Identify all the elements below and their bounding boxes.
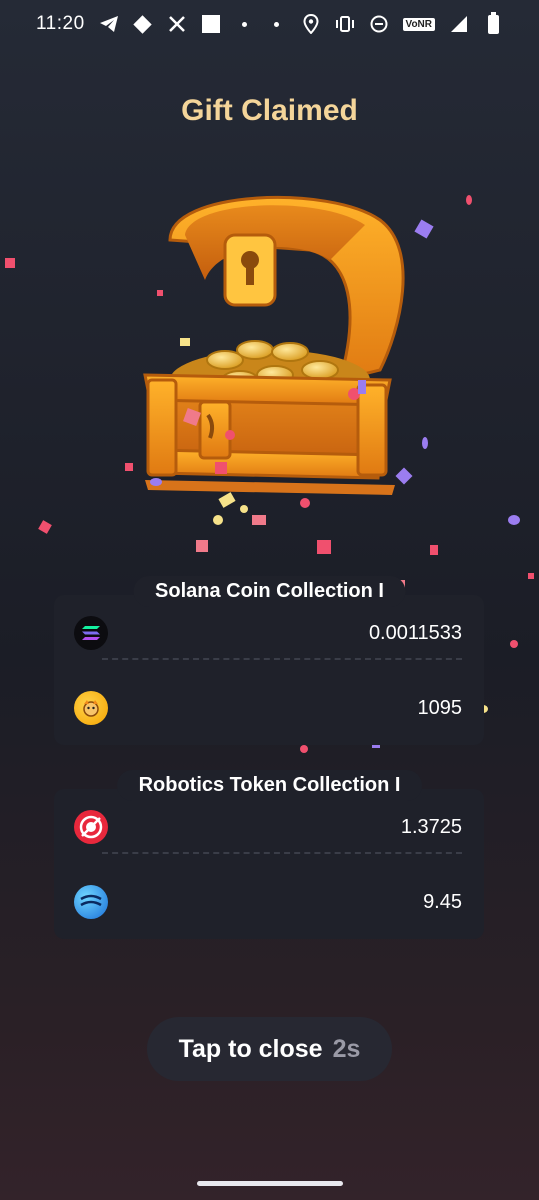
battery-icon [483, 11, 503, 34]
treasure-chest-icon [130, 180, 410, 510]
token-amount: 1.3725 [400, 815, 462, 838]
dot-icon [235, 14, 255, 34]
token-amount: 9.45 [423, 890, 462, 913]
dnd-icon [369, 14, 389, 34]
location-icon [301, 14, 321, 34]
row-divider [102, 852, 462, 854]
collection-title: Robotics Token Collection I [116, 770, 423, 801]
square-icon [201, 14, 221, 34]
token-amount: 1095 [417, 696, 463, 719]
token-amount: 0.0011533 [368, 621, 462, 644]
status-bar-right: VoNR [267, 11, 503, 34]
close-countdown: 2s [332, 1034, 361, 1063]
x-icon [167, 14, 187, 34]
collection-card-robotics: 1.3725 9.45 [54, 789, 484, 939]
status-bar: 11:20 VoNR [0, 0, 539, 48]
telegram-icon [99, 14, 119, 34]
solana-icon [74, 616, 108, 650]
status-bar-left: 11:20 [36, 13, 255, 35]
close-button[interactable]: Tap to close 2s [147, 1017, 392, 1081]
status-time: 11:20 [36, 13, 85, 34]
close-label: Tap to close [178, 1034, 323, 1063]
collection-title: Solana Coin Collection I [133, 576, 406, 607]
vonr-icon: VoNR [402, 17, 435, 31]
home-indicator[interactable] [197, 1181, 343, 1186]
page-title: Gift Claimed [181, 94, 358, 127]
vibrate-icon [335, 14, 355, 34]
token-row: 9.45 [54, 864, 484, 940]
signal-icon [449, 14, 469, 34]
dot-icon [267, 14, 287, 34]
blue-sphere-token-icon [74, 885, 108, 919]
token-row: 1095 [54, 670, 484, 746]
row-divider [102, 658, 462, 660]
diamond-icon [133, 14, 153, 34]
red-globe-token-icon [74, 810, 108, 844]
bonk-dog-icon [74, 691, 108, 725]
collection-card-solana: 0.0011533 1095 [54, 595, 484, 745]
